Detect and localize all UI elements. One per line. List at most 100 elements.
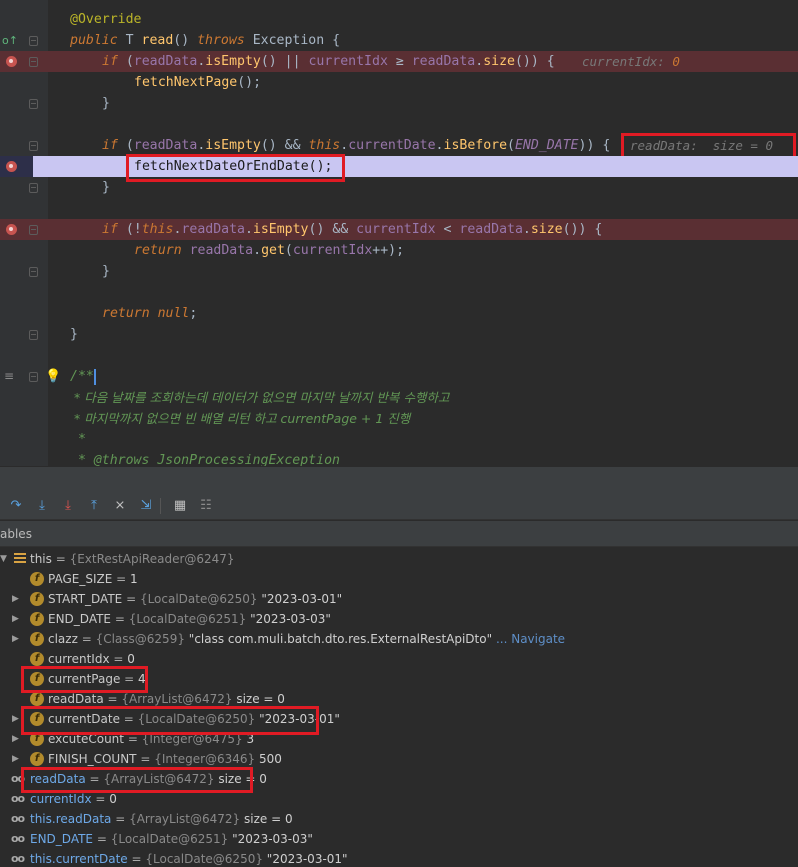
code-line[interactable]: * @throws JsonProcessingException xyxy=(0,450,798,466)
chevron-right-icon[interactable]: ▶ xyxy=(12,729,19,749)
fold-toggle-icon[interactable] xyxy=(29,372,38,382)
code-text: return readData.get(currentIdx++); xyxy=(134,243,405,258)
code-text: } xyxy=(70,327,78,342)
code-line[interactable]: @Override xyxy=(0,9,798,30)
annotation-text: @Override xyxy=(70,12,142,27)
fold-toggle-icon[interactable] xyxy=(29,183,38,193)
variable-value: size = 0 xyxy=(244,812,293,826)
execution-point-line[interactable]: fetchNextDateOrEndDate(); xyxy=(0,156,798,177)
breakpoint-icon[interactable] xyxy=(6,161,17,172)
chevron-right-icon[interactable]: ▶ xyxy=(12,709,19,729)
code-line[interactable]: * 다음 날짜를 조회하는데 데이터가 없으면 마지막 날까지 반복 수행하고 xyxy=(0,387,798,408)
variable-row[interactable]: ▶ f END_DATE = {LocalDate@6251} "2023-03-0… xyxy=(0,609,798,629)
evaluate-expression-icon[interactable]: ▦ xyxy=(170,496,190,516)
variable-entry: this.readData = {ArrayList@6472} size = … xyxy=(30,812,293,826)
variables-tab[interactable]: ables xyxy=(0,521,798,547)
variable-value: "2023-03-03" xyxy=(250,612,331,626)
chevron-right-icon[interactable]: ▶ xyxy=(12,589,19,609)
doc-comment-start: /** xyxy=(70,369,94,384)
code-text: } xyxy=(102,96,110,111)
variable-ref: {Class@6259} xyxy=(95,632,185,646)
doc-comment-text: * 다음 날짜를 조회하는데 데이터가 없으면 마지막 날까지 반복 수행하고 xyxy=(70,390,450,405)
code-editor[interactable]: @Override o↑ public T read() throws Exce… xyxy=(0,0,798,466)
code-line[interactable]: * xyxy=(0,429,798,450)
variable-ref: {Integer@6346} xyxy=(154,752,256,766)
panel-splitter[interactable] xyxy=(0,466,798,492)
variable-row[interactable]: f PAGE_SIZE = 1 xyxy=(0,569,798,589)
chevron-right-icon[interactable]: ▶ xyxy=(12,609,19,629)
code-text: fetchNextPage(); xyxy=(134,75,262,90)
code-line[interactable]: fetchNextPage(); xyxy=(0,72,798,93)
variable-ref: {LocalDate@6251} xyxy=(110,832,229,846)
variable-row[interactable]: ▼ this = {ExtRestApiReader@6247} xyxy=(0,549,798,569)
code-line[interactable]: o↑ public T read() throws Exception { xyxy=(0,30,798,51)
fold-toggle-icon[interactable] xyxy=(29,141,38,151)
chevron-down-icon[interactable]: ▼ xyxy=(0,549,7,569)
run-to-cursor-icon[interactable]: ⇲ xyxy=(136,496,156,516)
doc-comment-text: * @throws JsonProcessingException xyxy=(70,453,340,466)
fold-toggle-icon[interactable] xyxy=(29,99,38,109)
navigate-link[interactable]: ... Navigate xyxy=(496,632,565,646)
chevron-right-icon[interactable]: ▶ xyxy=(12,629,19,649)
field-icon: f xyxy=(30,692,44,706)
variable-row[interactable]: ▶ f START_DATE = {LocalDate@6250} "2023-03… xyxy=(0,589,798,609)
variable-row[interactable]: oo this.currentDate = {LocalDate@6250} "2… xyxy=(0,849,798,867)
method-signature: public T read() throws Exception { xyxy=(70,33,341,48)
fold-toggle-icon[interactable] xyxy=(29,36,38,46)
variable-value: 0 xyxy=(127,652,135,666)
force-step-into-icon[interactable]: ⤓ xyxy=(58,496,78,516)
variable-name: END_DATE xyxy=(48,612,112,626)
code-line[interactable]: } xyxy=(0,177,798,198)
variable-value: size = 0 xyxy=(236,692,285,706)
chevron-right-icon[interactable]: ▶ xyxy=(12,749,19,769)
code-line[interactable]: return readData.get(currentIdx++); xyxy=(0,240,798,261)
code-text: if (readData.isEmpty() && this.currentDa… xyxy=(102,138,611,153)
trace-icon[interactable]: ☷ xyxy=(196,496,216,516)
field-icon: f xyxy=(30,632,44,646)
doc-toggle-icon[interactable]: ≡ xyxy=(4,366,14,387)
code-line[interactable]: * 마지막까지 없으면 빈 배열 리턴 하고 currentPage + 1 진… xyxy=(0,408,798,429)
code-line[interactable]: } xyxy=(0,261,798,282)
variable-name: this.readData xyxy=(30,812,112,826)
breakpoint-line[interactable]: if (readData.isEmpty() || currentIdx ≥ r… xyxy=(0,51,798,72)
step-into-icon[interactable]: ⤓ xyxy=(32,496,52,516)
drop-frame-icon[interactable]: ⨯ xyxy=(110,496,130,516)
step-over-icon[interactable]: ↷ xyxy=(6,496,26,516)
variable-name: currentIdx xyxy=(30,792,92,806)
override-marker-icon[interactable]: o↑ xyxy=(2,30,18,51)
doc-comment-text: * 마지막까지 없으면 빈 배열 리턴 하고 currentPage + 1 진… xyxy=(70,411,411,426)
variable-value: "class com.muli.batch.dto.res.ExternalRe… xyxy=(188,632,493,646)
fold-toggle-icon[interactable] xyxy=(29,267,38,277)
inline-value-hint: currentIdx: 0 xyxy=(582,54,680,69)
fold-toggle-icon[interactable] xyxy=(29,330,38,340)
watch-icon: oo xyxy=(11,832,25,845)
variable-name: PAGE_SIZE xyxy=(48,572,113,586)
code-text: return null; xyxy=(102,306,198,321)
variable-row[interactable]: oo END_DATE = {LocalDate@6251} "2023-03-0… xyxy=(0,829,798,849)
breakpoint-icon[interactable] xyxy=(6,224,17,235)
variable-entry: this.currentDate = {LocalDate@6250} "202… xyxy=(30,852,348,866)
doc-comment-text: * xyxy=(70,432,86,447)
lightbulb-icon[interactable]: 💡 xyxy=(45,366,61,387)
code-text: if (readData.isEmpty() || currentIdx ≥ r… xyxy=(102,54,555,69)
variable-row[interactable]: ▶ f clazz = {Class@6259} "class com.muli.b… xyxy=(0,629,798,649)
variable-name: this.currentDate xyxy=(30,852,128,866)
field-icon: f xyxy=(30,572,44,586)
breakpoint-line[interactable]: if (!this.readData.isEmpty() && currentI… xyxy=(0,219,798,240)
code-line[interactable]: } xyxy=(0,93,798,114)
code-line[interactable]: ≡ 💡 /** xyxy=(0,366,798,387)
breakpoint-icon[interactable] xyxy=(6,56,17,67)
variable-name: FINISH_COUNT xyxy=(48,752,137,766)
variable-value: 0 xyxy=(109,792,117,806)
fold-toggle-icon[interactable] xyxy=(29,57,38,67)
field-icon: f xyxy=(30,652,44,666)
fold-toggle-icon[interactable] xyxy=(29,225,38,235)
variable-ref: {LocalDate@6251} xyxy=(128,612,247,626)
variable-entry: END_DATE = {LocalDate@6251} "2023-03-03" xyxy=(48,612,331,626)
step-out-icon[interactable]: ⤒ xyxy=(84,496,104,516)
code-line[interactable]: } xyxy=(0,324,798,345)
variable-row[interactable]: ▶ f FINISH_COUNT = {Integer@6346} 500 xyxy=(0,749,798,769)
code-line[interactable]: return null; xyxy=(0,303,798,324)
variable-row[interactable]: oo this.readData = {ArrayList@6472} size … xyxy=(0,809,798,829)
variable-name: clazz xyxy=(48,632,78,646)
